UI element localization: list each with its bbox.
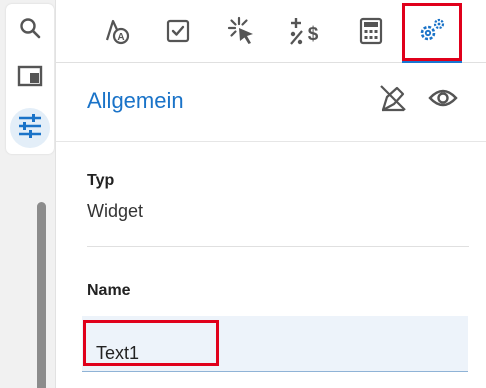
section-header: Allgemein	[56, 63, 486, 142]
plus-minus-currency-icon: $	[288, 16, 322, 51]
svg-text:A: A	[117, 32, 124, 43]
tab-click-actions[interactable]	[212, 6, 272, 60]
sliders-icon	[17, 113, 43, 143]
click-icon	[227, 16, 257, 51]
tool-rail	[6, 4, 54, 154]
app-root: A $ Allgemein Typ Widget Name Text1	[0, 0, 486, 388]
calculator-icon	[358, 17, 384, 50]
svg-text:$: $	[308, 24, 319, 45]
hide-edit-button[interactable]	[376, 83, 410, 117]
field-divider	[87, 246, 469, 247]
tab-bar: A $	[56, 0, 486, 63]
search-button[interactable]	[10, 10, 50, 50]
eye-crossed-pen-icon	[378, 83, 408, 118]
tab-calculator[interactable]	[341, 6, 401, 60]
search-icon	[18, 16, 42, 45]
tab-settings[interactable]	[402, 6, 462, 63]
tab-calculations[interactable]: $	[275, 6, 335, 60]
settings-gear-icon	[417, 16, 447, 51]
panel-button[interactable]	[10, 58, 50, 98]
checkbox-icon	[164, 17, 192, 50]
properties-panel: A $ Allgemein Typ Widget Name Text1	[55, 0, 486, 388]
scrollbar[interactable]	[37, 202, 46, 388]
type-value: Widget	[87, 201, 144, 221]
type-label: Typ	[87, 172, 115, 189]
properties-button[interactable]	[10, 108, 50, 148]
section-title: Allgemein	[87, 88, 184, 113]
tab-checkbox[interactable]	[148, 6, 208, 60]
name-label: Name	[87, 282, 131, 299]
eye-icon	[428, 87, 458, 114]
font-style-icon: A	[101, 16, 131, 51]
visibility-button[interactable]	[426, 83, 460, 117]
tab-font-style[interactable]: A	[86, 6, 146, 60]
panel-icon	[17, 65, 43, 92]
name-input[interactable]	[82, 316, 468, 372]
